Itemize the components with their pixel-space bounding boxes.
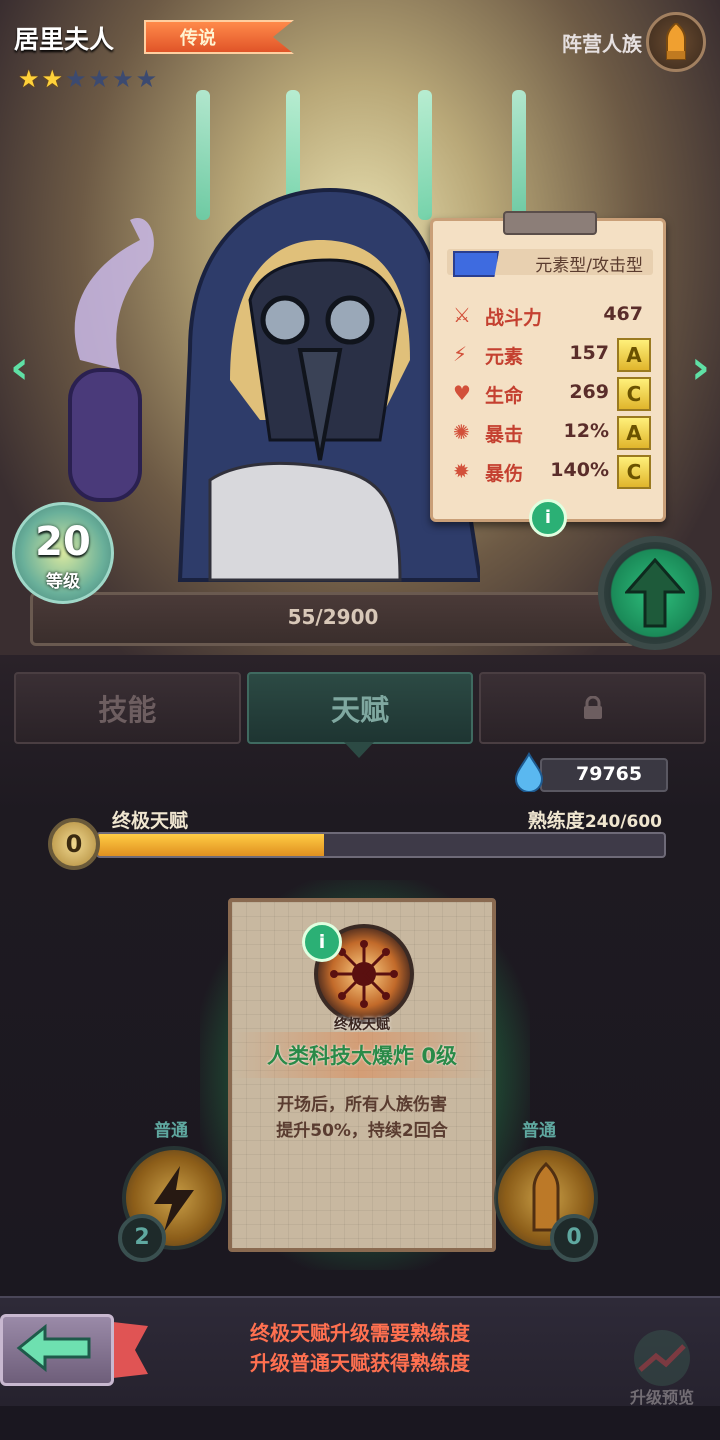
next-character-arrow[interactable]: › [691, 340, 710, 394]
rarity-label: 传说 [180, 28, 216, 49]
star-icon: ★ [88, 65, 111, 93]
critdmg-icon: ✹ [453, 459, 470, 483]
stat-label: 战斗力 [485, 307, 543, 329]
side-talent-left-count: 2 [118, 1214, 166, 1262]
tab-skills[interactable]: 技能 [14, 672, 241, 744]
talent-description: 开场后，所有人族伤害 提升50%，持续2回合 [252, 1092, 472, 1144]
stat-value: 467 [603, 303, 643, 325]
chart-up-icon [634, 1330, 690, 1386]
stat-label: 暴击 [485, 424, 524, 446]
clipboard-clip [503, 211, 597, 235]
ultimate-level-badge: 0 [48, 818, 100, 870]
level-badge: 20 等级 [12, 502, 114, 604]
bullet-icon[interactable] [646, 12, 706, 72]
hint-line2: 升级普通天赋获得熟练度 [250, 1351, 470, 1375]
tab-skills-label: 技能 [98, 693, 157, 727]
prev-character-arrow[interactable]: ‹ [10, 340, 29, 394]
lock-icon [583, 696, 602, 719]
swords-icon: ⚔ [453, 303, 471, 327]
stat-grade-badge: A [617, 338, 651, 372]
xp-bar: 55/2900 [30, 592, 636, 646]
heart-icon: ♥ [453, 381, 471, 405]
star-icon: ★ [18, 65, 40, 93]
character-name: 居里夫人 [14, 25, 115, 54]
water-drop-icon [514, 752, 544, 792]
talent-type: 终极天赋 [334, 1017, 390, 1033]
type-label: 元素型/攻击型 [535, 256, 643, 276]
stats-info-button[interactable]: i [529, 499, 567, 537]
proficiency-value: 240/600 [584, 812, 662, 832]
stat-value: 12% [563, 420, 609, 442]
tab-talents[interactable]: 天赋 [246, 672, 474, 744]
upgrade-preview-button[interactable]: 升级预览 [612, 1326, 712, 1412]
proficiency-text: 熟练度240/600 [528, 806, 662, 833]
star-icon: ★ [41, 65, 64, 93]
talent-description-line1: 开场后，所有人族伤害 [277, 1095, 447, 1115]
level-up-button[interactable] [598, 536, 712, 650]
xp-text: 55/2900 [287, 605, 379, 629]
arrow-left-icon [16, 1323, 91, 1373]
star-icon: ★ [135, 65, 158, 93]
stat-label: 生命 [485, 385, 524, 407]
lightning-icon: ⚡ [453, 342, 468, 366]
tab-bar: 技能 天赋 [14, 672, 707, 744]
back-body [0, 1314, 114, 1386]
stat-value: 140% [550, 459, 609, 481]
currency-display: 79765 [540, 758, 668, 792]
hint-line1: 终极天赋升级需要熟练度 [250, 1321, 470, 1345]
talent-name: 人类科技大爆炸 0级 [267, 1044, 457, 1068]
sword-type-icon [453, 251, 499, 277]
hint-text: 终极天赋升级需要熟练度 升级普通天赋获得熟练度 [170, 1318, 550, 1378]
side-talent-right-count: 0 [550, 1214, 598, 1262]
back-button[interactable] [0, 1308, 150, 1390]
side-talent-left-label: 普通 [154, 1121, 188, 1141]
level-value: 20 [35, 519, 91, 565]
upgrade-preview-label: 升级预览 [629, 1388, 694, 1407]
star-icon: ★ [112, 65, 134, 93]
rarity-badge: 传说 [144, 20, 294, 54]
tab-locked[interactable] [479, 672, 707, 744]
side-talent-right-label: 普通 [522, 1121, 556, 1141]
arrow-up-icon [625, 558, 685, 628]
tab-talents-label: 天赋 [331, 693, 390, 727]
proficiency-label: 熟练度 [527, 810, 585, 832]
currency-value: 79765 [576, 763, 643, 785]
faction-label: 阵营人族 [562, 32, 642, 56]
stat-label: 暴伤 [485, 463, 524, 485]
talent-info-button[interactable]: i [302, 922, 342, 962]
stats-card: 元素型/攻击型 ⚔ 战斗力 467 ⚡ 元素 157 A ♥ 生命 269 C ✺ 暴击 12% A ✹ 暴伤 1… [430, 211, 666, 537]
star-icon: ★ [65, 65, 87, 93]
stat-grade-badge: A [617, 416, 651, 450]
stat-row: ♥ 生命 269 C [453, 377, 653, 411]
stat-row: ⚡ 元素 157 A [453, 338, 653, 372]
stat-row: ⚔ 战斗力 467 [453, 299, 653, 333]
stat-value: 157 [569, 342, 609, 364]
stat-value: 269 [569, 381, 609, 403]
stat-grade-badge: C [617, 377, 651, 411]
proficiency-fill [98, 834, 325, 856]
stat-row: ✺ 暴击 12% A [453, 416, 653, 450]
ultimate-title: 终极天赋 [112, 810, 189, 832]
talent-card[interactable]: i 终极天赋 人类科技大爆炸 0级 开场后，所有人族伤害 提升50%，持续2回合 [228, 898, 496, 1252]
level-label: 等级 [46, 572, 80, 592]
star-rating: ★ ★ ★ ★ ★ ★ [18, 66, 157, 92]
stat-row: ✹ 暴伤 140% C [453, 455, 653, 489]
stat-label: 元素 [485, 346, 524, 368]
proficiency-bar [96, 832, 666, 858]
talent-description-line2: 提升50%，持续2回合 [276, 1121, 448, 1141]
crit-icon: ✺ [453, 420, 470, 444]
stat-grade-badge: C [617, 455, 651, 489]
type-row: 元素型/攻击型 [447, 249, 653, 277]
